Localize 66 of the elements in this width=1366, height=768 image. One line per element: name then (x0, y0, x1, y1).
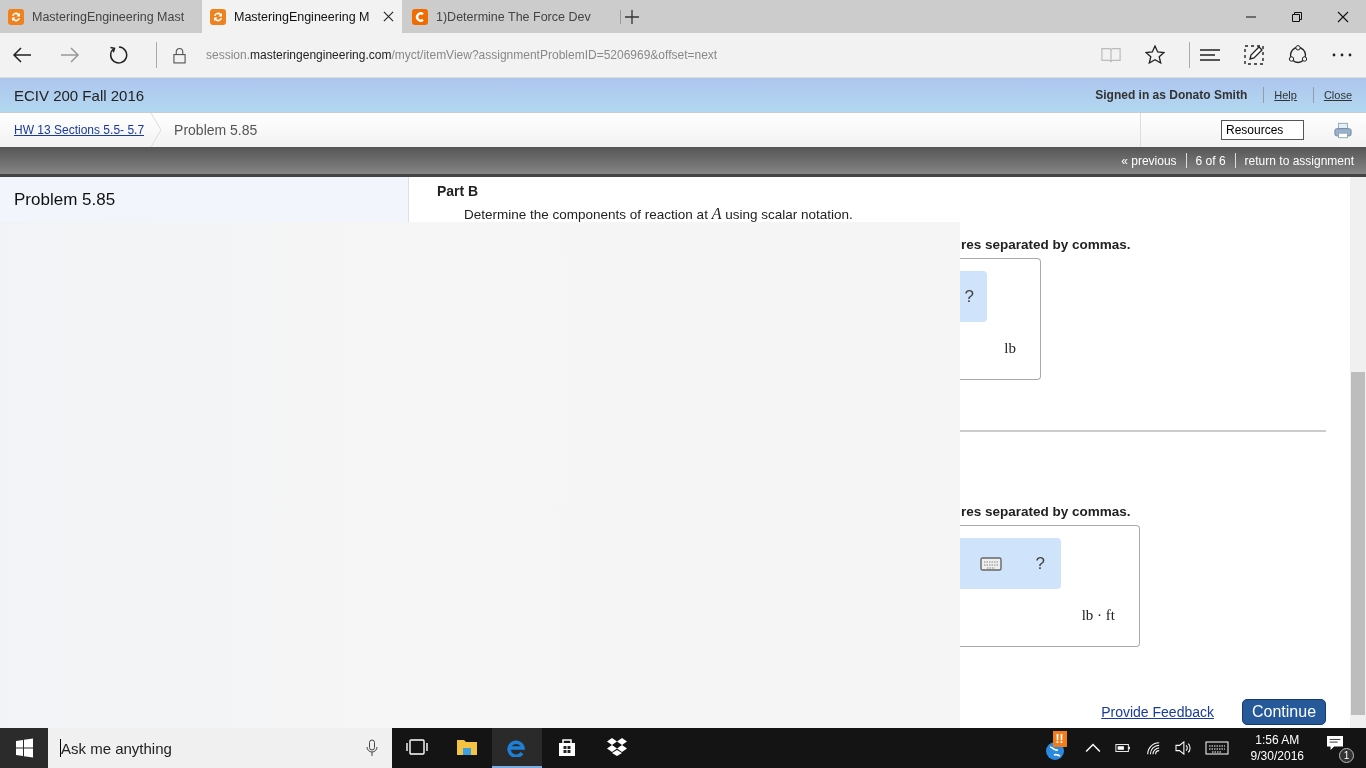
address-field[interactable]: session.masteringengineering.com/myct/itemView?assignmentProblemID=5206969&offset=next (206, 48, 718, 62)
folder-icon (456, 737, 478, 757)
restore-icon[interactable] (1291, 10, 1303, 23)
help-button[interactable]: ? (964, 286, 974, 307)
instruction-text: res separated by commas. (961, 504, 1131, 519)
taskbar-app[interactable] (492, 728, 542, 768)
unit-label: lb · ft (1081, 607, 1115, 624)
notification-count: 1 (1339, 748, 1354, 763)
windows-start-icon[interactable] (0, 728, 48, 768)
close-icon[interactable] (383, 11, 394, 22)
refresh-icon[interactable] (108, 45, 128, 65)
scrollbar-thumb[interactable] (1351, 372, 1365, 715)
arc-logo-icon (412, 8, 428, 25)
resources-dropdown[interactable]: Resources (1221, 120, 1304, 140)
part-title: Part B (437, 183, 480, 201)
new-tab-icon[interactable] (620, 9, 639, 24)
question-text: Determine the components of reaction at A using scalar notation. (463, 205, 854, 224)
pen-note-icon[interactable] (1244, 45, 1264, 65)
action-center-button[interactable]: 1 (1326, 735, 1352, 761)
header-link[interactable]: Help (1274, 89, 1297, 101)
alert-badge: !! (1052, 731, 1067, 747)
tab-title: 1)Determine The Force Dev (436, 9, 592, 24)
search-field[interactable]: Ask me anything (48, 728, 392, 768)
forward-arrow-icon[interactable] (60, 45, 80, 65)
battery-icon[interactable] (1114, 741, 1131, 755)
breadcrumb-link[interactable]: HW 13 Sections 5.5- 5.7 (14, 123, 145, 137)
feedback-link[interactable]: Provide Feedback (1101, 704, 1214, 720)
signed-in-text: Signed in as Donato Smith (1095, 88, 1248, 102)
scrollbar[interactable] (1350, 177, 1366, 728)
header-link[interactable]: Close (1323, 89, 1352, 101)
browser-tab[interactable]: MasteringEngineering M (202, 0, 402, 33)
tab-title: MasteringEngineering M (234, 9, 371, 24)
instruction-text: res separated by commas. (961, 237, 1131, 252)
share-icon[interactable] (1288, 45, 1308, 65)
clock-date[interactable]: 9/30/2016 (1250, 748, 1304, 764)
wifi-icon[interactable] (1144, 741, 1161, 755)
back-arrow-icon[interactable] (12, 45, 32, 65)
task-view-icon (406, 737, 428, 757)
clock-time[interactable]: 1:56 AM (1255, 732, 1300, 748)
keyboard-icon[interactable] (979, 556, 1002, 571)
breadcrumb-chevron-icon (150, 113, 163, 147)
close-icon[interactable] (1337, 10, 1349, 23)
problem-title: Problem 5.85 (14, 189, 116, 210)
more-icon[interactable] (1332, 52, 1352, 58)
continue-button[interactable]: Continue (1242, 699, 1326, 725)
unit-label: lb (1004, 340, 1016, 357)
course-title: ECIV 200 Fall 2016 (14, 86, 145, 104)
edge-browser-icon (506, 737, 528, 757)
position-text: 6 of 6 (1195, 153, 1226, 168)
store-bag-icon (556, 737, 578, 757)
microphone-icon[interactable] (366, 739, 378, 757)
search-placeholder: Ask me anything (61, 739, 172, 757)
breadcrumb-current: Problem 5.85 (174, 122, 258, 138)
speaker-icon[interactable] (1174, 741, 1191, 755)
help-button[interactable]: ? (1035, 553, 1045, 574)
lock-icon (173, 46, 186, 64)
refresh-logo-icon (8, 8, 24, 25)
printer-icon[interactable] (1334, 121, 1352, 139)
star-icon[interactable] (1145, 45, 1165, 65)
chevron-up-icon[interactable] (1084, 741, 1101, 755)
tab-title: MasteringEngineering Mast (32, 9, 186, 24)
message-icon (1326, 735, 1344, 751)
return-link[interactable]: return to assignment (1244, 153, 1354, 168)
previous-link[interactable]: « previous (1121, 153, 1177, 168)
refresh-logo-icon (210, 8, 226, 25)
open-box-icon (606, 737, 628, 757)
